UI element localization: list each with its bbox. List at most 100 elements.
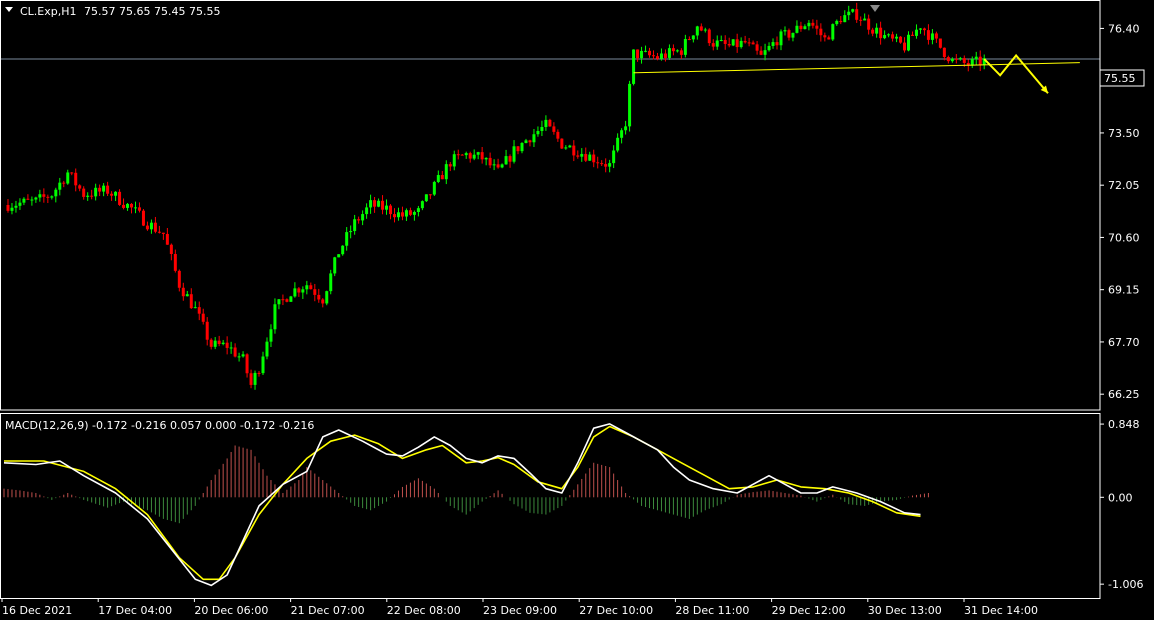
price-pane[interactable] xyxy=(0,2,1100,390)
candle-body xyxy=(719,40,723,42)
candle xyxy=(165,227,169,245)
candle xyxy=(847,5,851,21)
candle xyxy=(540,120,544,136)
candle xyxy=(524,138,528,144)
candle xyxy=(691,35,695,43)
candle xyxy=(102,183,106,197)
candle xyxy=(644,45,648,53)
candle xyxy=(484,157,488,166)
scroll-marker-icon[interactable] xyxy=(870,5,880,12)
candle xyxy=(273,298,277,334)
candle-body xyxy=(396,212,400,218)
candle xyxy=(978,50,982,72)
candle xyxy=(385,199,389,215)
candle xyxy=(472,149,476,161)
candle xyxy=(30,196,34,206)
candle xyxy=(671,44,675,56)
candle-body xyxy=(883,35,887,39)
candle xyxy=(468,151,472,163)
candle-body xyxy=(257,372,261,374)
macd-pane[interactable] xyxy=(3,423,929,587)
candle-body xyxy=(835,20,839,25)
candle-body xyxy=(106,185,110,194)
candle-body xyxy=(504,156,508,165)
time-tick-label: 22 Dec 08:00 xyxy=(387,604,461,617)
candle xyxy=(767,42,771,52)
candle xyxy=(616,133,620,153)
candle-body xyxy=(26,198,30,200)
candle xyxy=(341,245,345,256)
candle-body xyxy=(564,147,568,149)
candle xyxy=(420,200,424,211)
candle-body xyxy=(337,254,341,258)
candle xyxy=(743,35,747,44)
candle-body xyxy=(420,201,424,209)
candle xyxy=(839,15,843,25)
candle-body xyxy=(309,285,313,290)
candle xyxy=(217,335,221,347)
candle-body xyxy=(94,187,98,197)
candle-body xyxy=(317,294,321,300)
candle xyxy=(667,44,671,60)
candle-body xyxy=(126,203,130,208)
candle xyxy=(516,146,520,155)
candle xyxy=(153,216,157,234)
candle-body xyxy=(6,205,10,211)
candle xyxy=(78,184,82,192)
candle xyxy=(86,192,90,201)
candle-body xyxy=(253,372,257,385)
candle xyxy=(528,139,532,147)
candle-body xyxy=(711,43,715,47)
candle xyxy=(130,203,134,214)
candle-body xyxy=(361,214,365,221)
candle xyxy=(795,20,799,34)
candle xyxy=(628,80,632,132)
candle xyxy=(345,227,349,251)
candle-body xyxy=(934,33,938,39)
candle-body xyxy=(524,140,528,143)
candle xyxy=(253,370,257,390)
candle xyxy=(600,160,604,166)
current-price-tag: 75.55 xyxy=(1099,69,1145,87)
candle-body xyxy=(795,25,799,33)
candle-body xyxy=(568,145,572,148)
candle-body xyxy=(811,22,815,26)
candle xyxy=(201,308,205,325)
candle xyxy=(321,298,325,308)
candle-body xyxy=(544,119,548,127)
candle xyxy=(572,140,576,162)
candle-body xyxy=(197,307,201,314)
candle xyxy=(476,151,480,160)
candle-body xyxy=(408,210,412,215)
candle xyxy=(711,39,715,51)
candle xyxy=(241,351,245,358)
candle xyxy=(624,120,628,135)
candle xyxy=(592,149,596,168)
candle-body xyxy=(277,299,281,305)
candle-body xyxy=(608,163,612,167)
candle-body xyxy=(225,342,229,348)
candle xyxy=(871,27,875,37)
candle xyxy=(779,29,783,51)
candle xyxy=(807,20,811,31)
candle xyxy=(488,152,492,169)
candle xyxy=(205,317,209,346)
candle xyxy=(149,219,153,234)
candle-body xyxy=(687,39,691,41)
candle-body xyxy=(385,205,389,210)
candle-body xyxy=(293,288,297,297)
candle xyxy=(835,19,839,26)
candle-body xyxy=(114,191,118,196)
candle xyxy=(38,189,42,202)
candle-body xyxy=(90,195,94,197)
candle xyxy=(663,49,667,62)
chart-frame: 76.4074.9573.5072.0570.6069.1567.7066.25… xyxy=(0,0,1143,599)
candle xyxy=(452,150,456,171)
candle xyxy=(699,23,703,32)
candle xyxy=(958,56,962,61)
candle-body xyxy=(301,289,305,293)
candle-body xyxy=(261,356,265,374)
candle-body xyxy=(520,142,524,152)
triangle-down-icon[interactable] xyxy=(5,7,13,12)
candle xyxy=(161,232,165,240)
